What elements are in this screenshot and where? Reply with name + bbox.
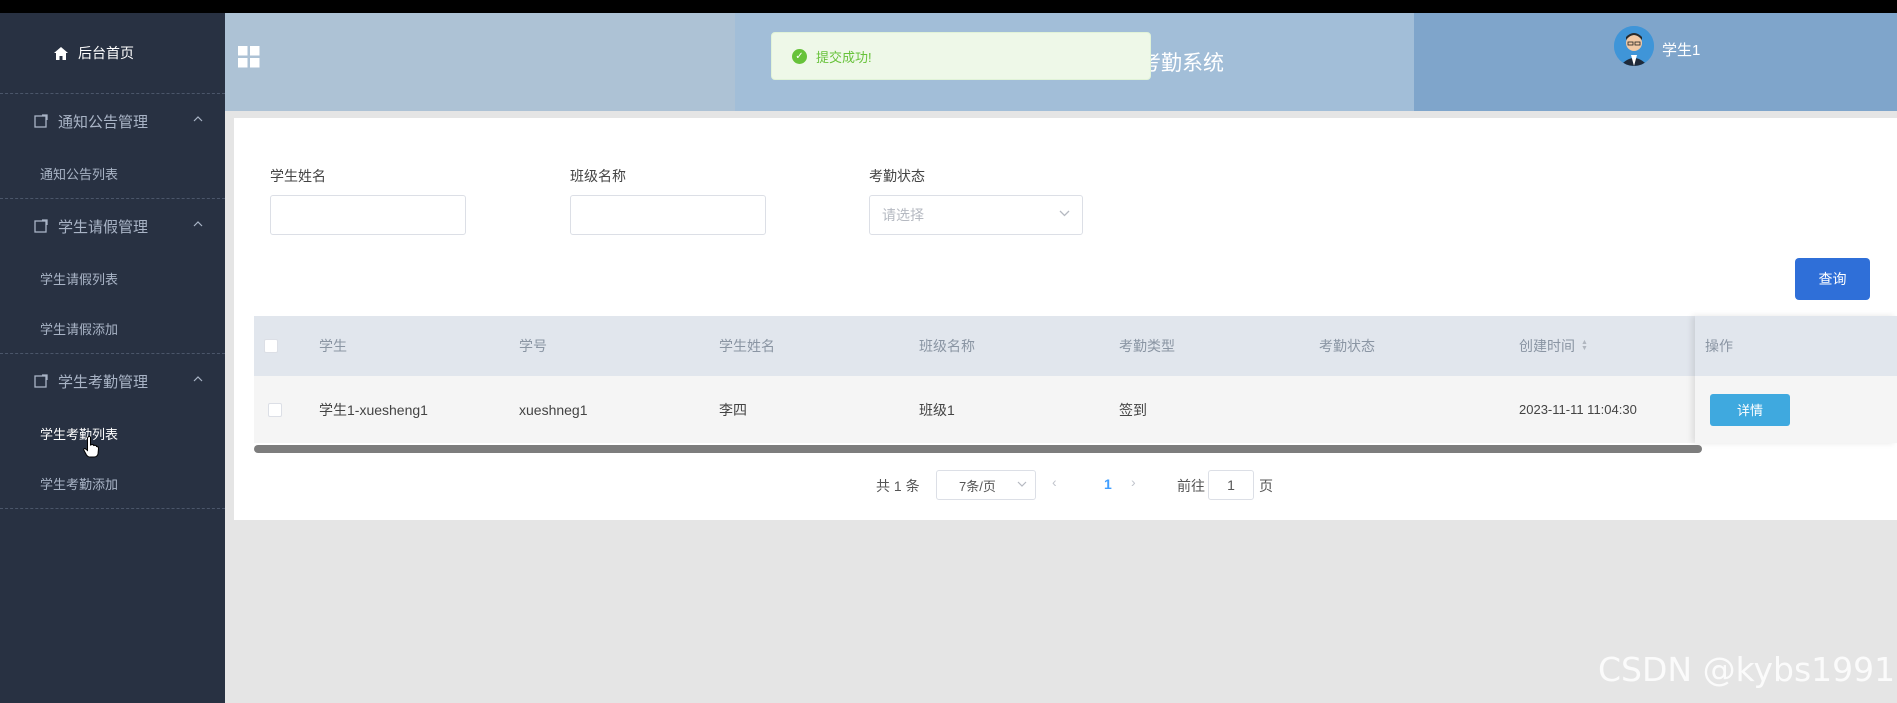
table-row: 学生1-xuesheng1 xueshneg1 李四 班级1 签到 2023-1… bbox=[254, 376, 1897, 443]
sidebar-group-label: 学生请假管理 bbox=[58, 218, 149, 236]
success-toast: ✓ 提交成功! bbox=[771, 32, 1151, 80]
sidebar-home-label: 后台首页 bbox=[78, 45, 134, 61]
sidebar-item-attendance-add[interactable]: 学生考勤添加 bbox=[0, 458, 225, 508]
student-name-input[interactable] bbox=[270, 195, 466, 235]
toast-message: 提交成功! bbox=[816, 49, 872, 65]
user-name[interactable]: 学生1 bbox=[1662, 39, 1700, 60]
divider bbox=[0, 508, 225, 509]
fixed-action-column: 操作 详情 bbox=[1695, 316, 1897, 443]
cell-student: 学生1-xuesheng1 bbox=[319, 401, 428, 418]
sidebar-item-label: 学生请假列表 bbox=[40, 271, 119, 287]
cell-student-name: 李四 bbox=[719, 401, 747, 418]
sidebar: 后台首页 通知公告管理 通知公告列表 学生请假管理 学生请假列表 学生请假添加 … bbox=[0, 13, 225, 703]
select-placeholder: 请选择 bbox=[882, 207, 924, 223]
row-checkbox[interactable] bbox=[268, 402, 282, 417]
main-content: 学生姓名 班级名称 考勤状态 请选择 查询 学生 学号 学生姓名 班级名称 考勤… bbox=[225, 111, 1897, 703]
select-all-checkbox[interactable] bbox=[264, 339, 278, 353]
sidebar-item-attendance-list[interactable]: 学生考勤列表 bbox=[0, 408, 225, 458]
sidebar-home[interactable]: 后台首页 bbox=[0, 13, 225, 93]
chevron-up-icon bbox=[193, 116, 203, 122]
pagination: 共 1 条 7条/页 ‹ 1 › 前往 1 页 bbox=[234, 470, 1897, 500]
grid-menu-icon[interactable] bbox=[238, 46, 260, 68]
column-header: 考勤类型 bbox=[1119, 338, 1175, 354]
cell-created-at: 2023-11-11 11:04:30 bbox=[1519, 402, 1637, 417]
sidebar-item-leave-list[interactable]: 学生请假列表 bbox=[0, 253, 225, 303]
sidebar-group-attendance[interactable]: 学生考勤管理 bbox=[0, 354, 225, 408]
content-card: 学生姓名 班级名称 考勤状态 请选择 查询 学生 学号 学生姓名 班级名称 考勤… bbox=[234, 118, 1897, 520]
goto-label: 前往 bbox=[1177, 478, 1205, 494]
sidebar-item-leave-add[interactable]: 学生请假添加 bbox=[0, 303, 225, 353]
data-table: 学生 学号 学生姓名 班级名称 考勤类型 考勤状态 创建时间 ▲ ▼ 学生1-xu… bbox=[254, 316, 1897, 443]
home-icon bbox=[54, 46, 68, 60]
avatar[interactable] bbox=[1614, 26, 1654, 66]
goto-page-input[interactable]: 1 bbox=[1208, 470, 1254, 500]
sidebar-group-notice[interactable]: 通知公告管理 bbox=[0, 94, 225, 148]
watermark: CSDN @kybs1991 bbox=[1598, 650, 1896, 689]
page-size-select[interactable]: 7条/页 bbox=[936, 470, 1036, 500]
header-right: 学生1 bbox=[1414, 13, 1897, 111]
sidebar-group-label: 通知公告管理 bbox=[58, 113, 149, 131]
next-page-icon[interactable]: › bbox=[1131, 474, 1136, 490]
student-name-label: 学生姓名 bbox=[270, 168, 326, 184]
column-header: 班级名称 bbox=[919, 338, 975, 354]
chevron-up-icon bbox=[193, 221, 203, 227]
query-button[interactable]: 查询 bbox=[1795, 258, 1870, 300]
horizontal-scrollbar[interactable] bbox=[254, 445, 1702, 453]
column-header-action: 操作 bbox=[1695, 316, 1897, 376]
sidebar-item-label: 学生考勤列表 bbox=[40, 426, 119, 442]
column-header: 考勤状态 bbox=[1319, 338, 1375, 354]
prev-page-icon[interactable]: ‹ bbox=[1052, 474, 1057, 490]
sidebar-item-notice-list[interactable]: 通知公告列表 bbox=[0, 148, 225, 198]
column-header: 学号 bbox=[519, 338, 547, 354]
column-header: 学生 bbox=[319, 338, 347, 354]
cell-student-no: xueshneg1 bbox=[519, 401, 588, 418]
page-size-value: 7条/页 bbox=[959, 478, 996, 494]
document-icon bbox=[34, 374, 48, 388]
sidebar-group-label: 学生考勤管理 bbox=[58, 373, 149, 391]
column-header: 学生姓名 bbox=[719, 338, 775, 354]
column-header-label: 创建时间 bbox=[1519, 338, 1575, 354]
attendance-status-label: 考勤状态 bbox=[869, 168, 925, 184]
sort-icon[interactable]: ▲ ▼ bbox=[1581, 339, 1588, 352]
check-circle-icon: ✓ bbox=[792, 48, 807, 64]
column-header-created[interactable]: 创建时间 ▲ ▼ bbox=[1519, 316, 1588, 376]
system-title: 考勤系统 bbox=[1140, 52, 1224, 75]
header-left bbox=[225, 13, 735, 111]
page-number[interactable]: 1 bbox=[1104, 476, 1112, 492]
page-unit-label: 页 bbox=[1259, 478, 1273, 494]
user-avatar-icon bbox=[1614, 26, 1654, 66]
document-icon bbox=[34, 114, 48, 128]
class-name-label: 班级名称 bbox=[570, 168, 626, 184]
chevron-down-icon bbox=[1059, 210, 1070, 217]
table-header: 学生 学号 学生姓名 班级名称 考勤类型 考勤状态 创建时间 ▲ ▼ bbox=[254, 316, 1897, 376]
hand-cursor-icon bbox=[83, 436, 99, 458]
sidebar-item-label: 通知公告列表 bbox=[40, 166, 119, 182]
cell-attendance-type: 签到 bbox=[1119, 401, 1147, 418]
document-icon bbox=[34, 219, 48, 233]
sidebar-item-label: 学生请假添加 bbox=[40, 321, 119, 337]
detail-button[interactable]: 详情 bbox=[1710, 393, 1790, 426]
chevron-down-icon bbox=[1017, 481, 1027, 487]
attendance-status-select[interactable]: 请选择 bbox=[869, 195, 1083, 235]
sidebar-item-label: 学生考勤添加 bbox=[40, 476, 119, 492]
chevron-up-icon bbox=[193, 376, 203, 382]
cell-class-name: 班级1 bbox=[919, 401, 955, 418]
pagination-total: 共 1 条 bbox=[876, 478, 920, 494]
class-name-input[interactable] bbox=[570, 195, 766, 235]
sidebar-group-leave[interactable]: 学生请假管理 bbox=[0, 199, 225, 253]
